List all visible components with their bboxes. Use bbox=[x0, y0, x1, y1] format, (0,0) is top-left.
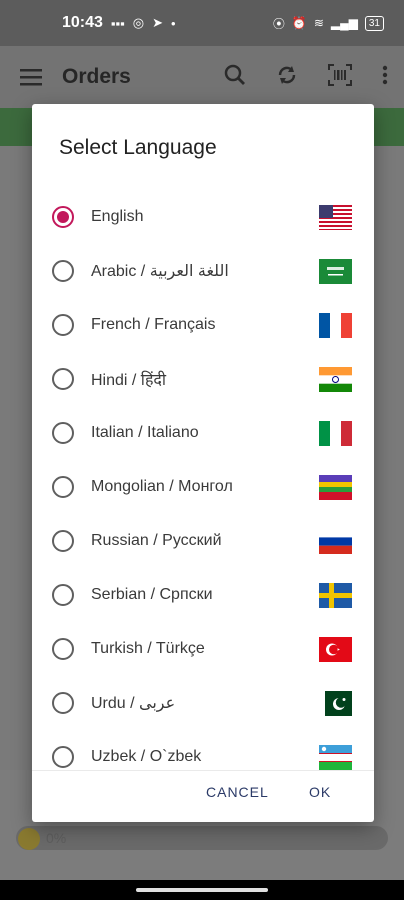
language-option-arabic[interactable]: Arabic / اللغة العربية bbox=[32, 244, 374, 298]
language-label: Italian / Italiano bbox=[91, 424, 199, 441]
language-list[interactable]: English Arabic / اللغة العربية French / … bbox=[32, 190, 374, 770]
language-option-italian[interactable]: Italian / Italiano bbox=[32, 406, 374, 460]
language-label: Hindi / हिंदी bbox=[91, 372, 167, 389]
language-label: Turkish / Türkçe bbox=[91, 640, 205, 657]
barcode-scan-icon[interactable] bbox=[328, 63, 352, 91]
language-option-serbian[interactable]: Serbian / Српски bbox=[32, 568, 374, 622]
radio-hindi[interactable] bbox=[52, 368, 74, 390]
italy-flag-icon bbox=[319, 420, 352, 446]
language-label: Arabic / اللغة العربية bbox=[91, 263, 229, 280]
language-dialog: Select Language English Arabic / اللغة ا… bbox=[32, 104, 374, 822]
radio-urdu[interactable] bbox=[52, 692, 74, 714]
status-time: 10:43 bbox=[62, 14, 103, 31]
language-label: Urdu / عربى bbox=[91, 695, 176, 712]
language-option-english[interactable]: English bbox=[32, 190, 374, 244]
gesture-handle[interactable] bbox=[136, 888, 268, 892]
sync-icon[interactable] bbox=[276, 64, 298, 91]
signal-icon: ▂▄▆ bbox=[330, 16, 358, 30]
serbian-flag-icon bbox=[319, 582, 352, 608]
radio-serbian[interactable] bbox=[52, 584, 74, 606]
status-bar: 10:43 ▪▪▪ ◎ ➤ • ⦿ ⏰ ≋ ▂▄▆ 31 bbox=[0, 0, 404, 46]
whatsapp-icon: ◎ bbox=[132, 15, 145, 30]
language-option-hindi[interactable]: Hindi / हिंदी bbox=[32, 352, 374, 406]
language-label: Russian / Русский bbox=[91, 532, 222, 549]
radio-arabic[interactable] bbox=[52, 260, 74, 282]
dot-icon: • bbox=[171, 15, 176, 31]
system-icons: ⦿ ⏰ ≋ ▂▄▆ 31 bbox=[273, 15, 384, 32]
uzbekistan-flag-icon bbox=[319, 744, 352, 770]
more-options-icon[interactable] bbox=[382, 65, 388, 90]
radio-english[interactable] bbox=[52, 206, 74, 228]
france-flag-icon bbox=[319, 312, 352, 338]
language-option-uzbek[interactable]: Uzbek / O`zbek bbox=[32, 730, 374, 770]
language-option-urdu[interactable]: Urdu / عربى bbox=[32, 676, 374, 730]
language-option-turkish[interactable]: Turkish / Türkçe bbox=[32, 622, 374, 676]
language-label: English bbox=[91, 208, 144, 225]
battery-icon: 31 bbox=[364, 15, 384, 31]
us-flag-icon bbox=[319, 204, 352, 230]
language-label: Serbian / Српски bbox=[91, 586, 213, 603]
mongolian-flag-icon bbox=[319, 474, 352, 500]
russia-flag-icon bbox=[319, 528, 352, 554]
dialog-title: Select Language bbox=[59, 136, 217, 159]
turkey-flag-icon bbox=[319, 636, 352, 662]
page-title: Orders bbox=[62, 65, 131, 88]
language-option-russian[interactable]: Russian / Русский bbox=[32, 514, 374, 568]
sad-face-icon bbox=[18, 828, 40, 850]
india-flag-icon bbox=[319, 366, 352, 392]
cancel-button[interactable]: CANCEL bbox=[206, 784, 269, 800]
dialog-divider bbox=[32, 770, 374, 771]
telegram-icon: ➤ bbox=[152, 15, 163, 30]
alarm-icon: ⏰ bbox=[291, 16, 307, 30]
radio-turkish[interactable] bbox=[52, 638, 74, 660]
location-icon: ⦿ bbox=[272, 16, 285, 31]
progress-bar bbox=[16, 826, 388, 850]
radio-russian[interactable] bbox=[52, 530, 74, 552]
menu-icon[interactable] bbox=[0, 68, 62, 86]
language-option-mongolian[interactable]: Mongolian / Монгол bbox=[32, 460, 374, 514]
wifi-icon: ≋ bbox=[313, 16, 324, 30]
app-bar: Orders bbox=[0, 46, 404, 108]
language-label: Uzbek / O`zbek bbox=[91, 748, 202, 765]
language-label: Mongolian / Монгол bbox=[91, 478, 233, 495]
notification-icons: ▪▪▪ ◎ ➤ • bbox=[111, 15, 176, 31]
message-icon: ▪▪▪ bbox=[110, 15, 125, 31]
radio-italian[interactable] bbox=[52, 422, 74, 444]
pakistan-flag-icon bbox=[325, 690, 352, 716]
ok-button[interactable]: OK bbox=[309, 784, 331, 800]
radio-uzbek[interactable] bbox=[52, 746, 74, 768]
radio-french[interactable] bbox=[52, 314, 74, 336]
progress-text: 0% bbox=[46, 830, 67, 846]
language-option-french[interactable]: French / Français bbox=[32, 298, 374, 352]
radio-mongolian[interactable] bbox=[52, 476, 74, 498]
saudi-flag-icon bbox=[319, 258, 352, 284]
search-icon[interactable] bbox=[224, 64, 246, 91]
language-label: French / Français bbox=[91, 316, 216, 333]
